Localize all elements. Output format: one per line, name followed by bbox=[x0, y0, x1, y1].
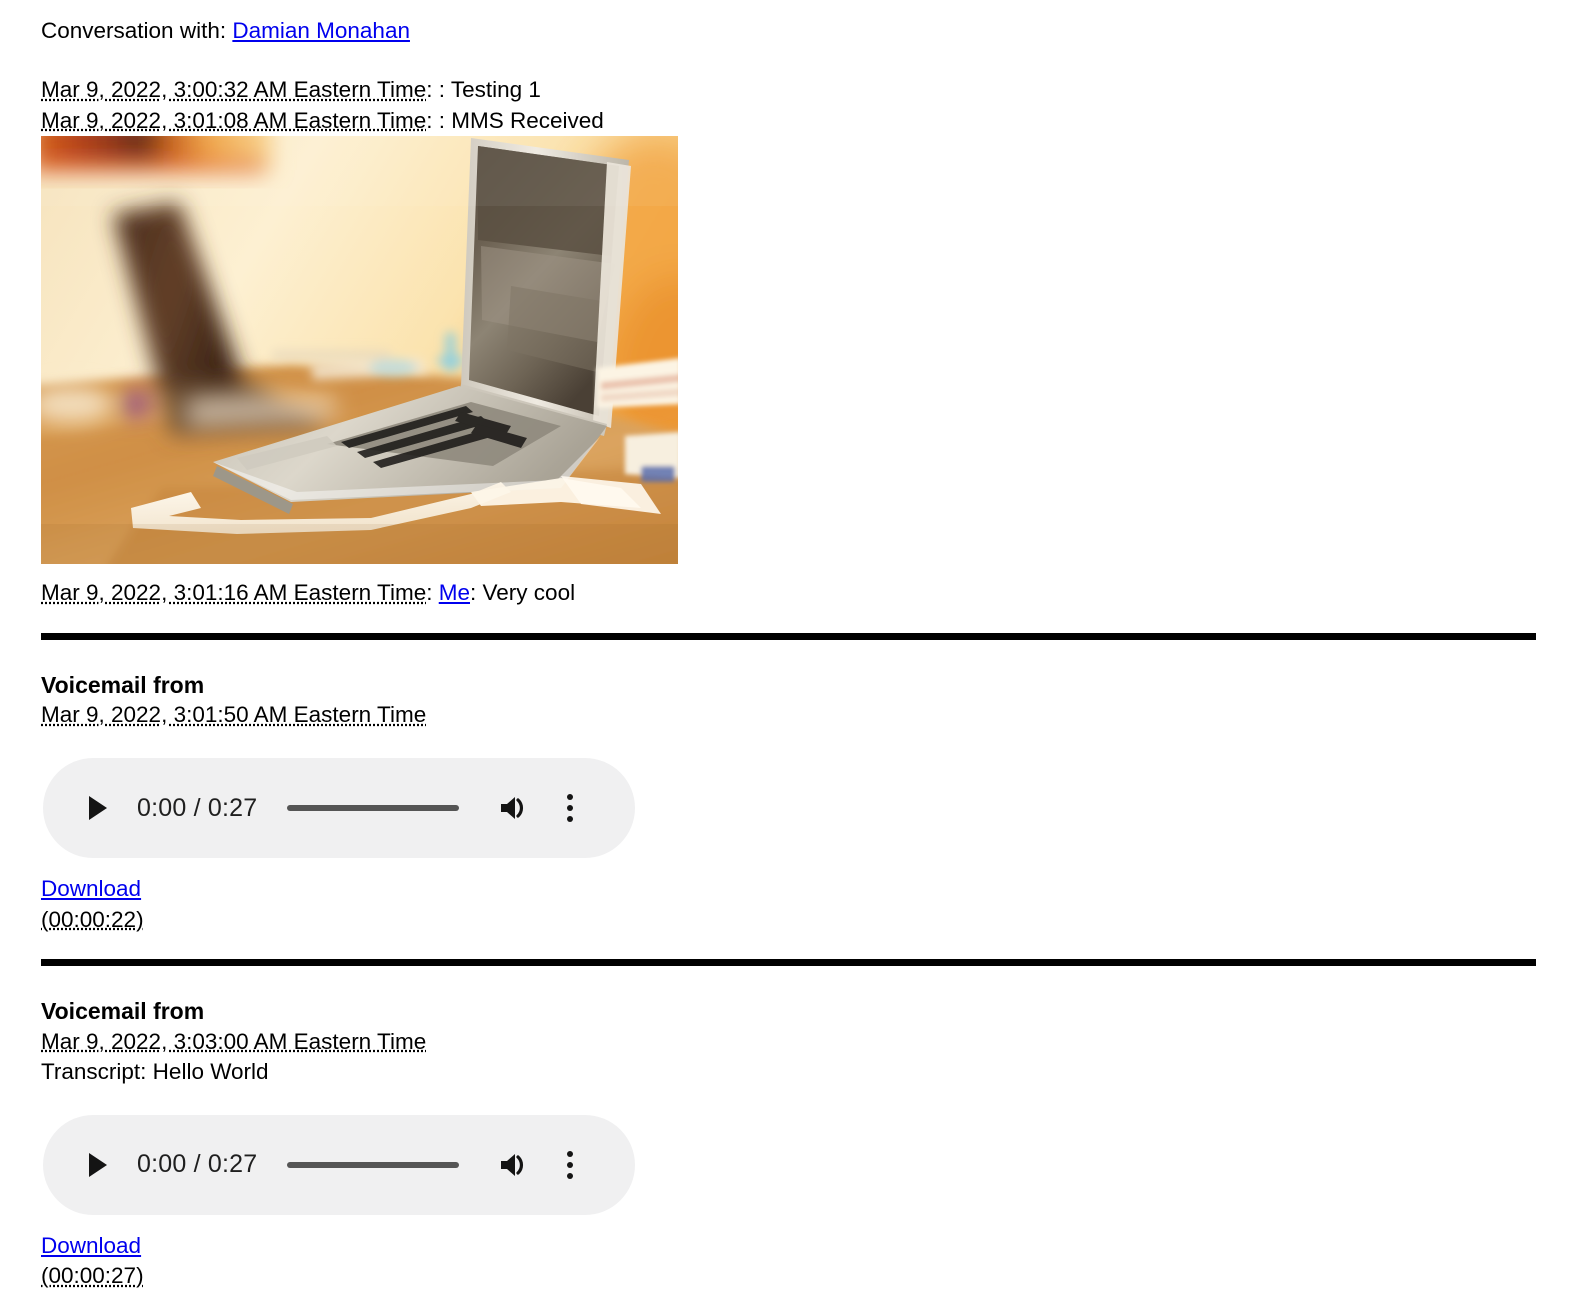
voicemail-duration[interactable]: (00:00:22) bbox=[41, 905, 1578, 936]
audio-time-display: 0:00 / 0:27 bbox=[137, 793, 258, 822]
message-separator: : bbox=[426, 580, 433, 606]
download-link[interactable]: Download bbox=[41, 876, 141, 901]
voicemail-duration[interactable]: (00:00:27) bbox=[41, 1261, 1578, 1292]
message-separator: : : bbox=[426, 107, 445, 133]
audio-progress-slider[interactable] bbox=[287, 804, 460, 811]
conversation-page: Conversation with: Damian Monahan Mar 9,… bbox=[0, 0, 1578, 1292]
conversation-with-label: Conversation with: bbox=[41, 18, 227, 43]
voicemail-download-group: Download (00:00:22) bbox=[41, 874, 1578, 935]
message-separator: : : bbox=[426, 77, 445, 103]
section-divider bbox=[41, 959, 1536, 967]
section-divider bbox=[41, 633, 1536, 641]
message-timestamp[interactable]: Mar 9, 2022, 3:00:32 AM Eastern Time bbox=[41, 77, 426, 102]
more-vertical-icon[interactable] bbox=[558, 1149, 582, 1181]
voicemail-transcript: Transcript: Hello World bbox=[41, 1059, 269, 1085]
voicemail-timestamp-row: Mar 9, 2022, 3:03:00 AM Eastern Time bbox=[41, 1027, 1578, 1058]
voicemail-block: Voicemail from Mar 9, 2022, 3:01:50 AM E… bbox=[41, 670, 1578, 935]
play-icon[interactable] bbox=[85, 794, 111, 822]
voicemail-title: Voicemail from bbox=[41, 672, 205, 699]
mms-image[interactable] bbox=[41, 136, 678, 565]
more-vertical-icon[interactable] bbox=[558, 792, 582, 824]
contact-link[interactable]: Damian Monahan bbox=[232, 18, 410, 43]
menu-dot bbox=[567, 804, 574, 811]
volume-high-icon[interactable] bbox=[498, 1150, 530, 1180]
message-timestamp[interactable]: Mar 9, 2022, 3:01:16 AM Eastern Time bbox=[41, 580, 426, 605]
message-body: Very cool bbox=[482, 580, 576, 606]
menu-dot bbox=[567, 1161, 574, 1168]
sender-link[interactable]: Me bbox=[439, 580, 470, 605]
message-row: Mar 9, 2022, 3:00:32 AM Eastern Time: : … bbox=[41, 75, 1578, 106]
play-icon[interactable] bbox=[85, 1151, 111, 1179]
menu-dot bbox=[567, 793, 574, 800]
audio-time-display: 0:00 / 0:27 bbox=[137, 1150, 258, 1179]
voicemail-download-group: Download (00:00:27) bbox=[41, 1231, 1578, 1292]
voicemail-block: Voicemail from Mar 9, 2022, 3:03:00 AM E… bbox=[41, 996, 1578, 1292]
audio-progress-slider[interactable] bbox=[287, 1161, 460, 1168]
download-link[interactable]: Download bbox=[41, 1233, 141, 1258]
message-row: Mar 9, 2022, 3:01:16 AM Eastern Time: Me… bbox=[41, 578, 1578, 609]
audio-player[interactable]: 0:00 / 0:27 bbox=[43, 757, 635, 858]
voicemail-timestamp-row: Mar 9, 2022, 3:01:50 AM Eastern Time bbox=[41, 700, 1578, 731]
menu-dot bbox=[567, 1172, 574, 1179]
menu-dot bbox=[567, 815, 574, 822]
voicemail-timestamp[interactable]: Mar 9, 2022, 3:03:00 AM Eastern Time bbox=[41, 1029, 426, 1054]
message-timestamp[interactable]: Mar 9, 2022, 3:01:08 AM Eastern Time bbox=[41, 108, 426, 133]
voicemail-timestamp[interactable]: Mar 9, 2022, 3:01:50 AM Eastern Time bbox=[41, 702, 426, 727]
sender-colon: : bbox=[470, 580, 477, 606]
audio-player[interactable]: 0:00 / 0:27 bbox=[43, 1114, 635, 1215]
laptop-photo-illustration bbox=[41, 136, 678, 565]
message-row: Mar 9, 2022, 3:01:08 AM Eastern Time: : … bbox=[41, 106, 1578, 137]
message-body: MMS Received bbox=[451, 107, 604, 133]
mms-attachment bbox=[41, 136, 1578, 565]
conversation-header: Conversation with: Damian Monahan bbox=[41, 16, 1578, 45]
menu-dot bbox=[567, 1150, 574, 1157]
message-body: Testing 1 bbox=[450, 77, 541, 103]
volume-high-icon[interactable] bbox=[498, 793, 530, 823]
voicemail-title: Voicemail from bbox=[41, 998, 205, 1025]
